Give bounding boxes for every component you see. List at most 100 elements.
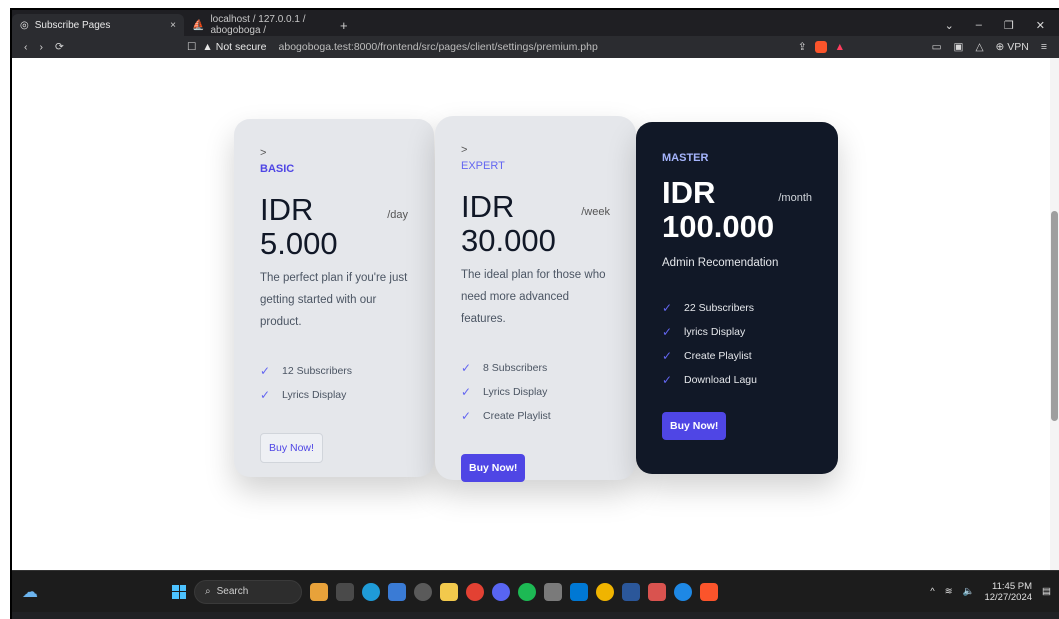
price-amount: 30.000	[461, 223, 556, 258]
browser-toolbar: ‹ › ⟳ ☐ ▲ Not secure abogoboga.test:8000…	[12, 36, 1059, 58]
check-icon: ✓	[461, 385, 472, 399]
bookmark-icon[interactable]: ☐	[187, 41, 196, 53]
url-text[interactable]: abogoboga.test:8000/frontend/src/pages/c…	[279, 41, 598, 53]
search-icon: ⌕	[205, 586, 211, 597]
brave-icon[interactable]	[700, 582, 718, 601]
system-tray: ^ ≋ 🔈 11:45 PM 12/27/2024 ▤	[930, 581, 1059, 603]
price-period: /week	[581, 206, 610, 218]
widgets-icon[interactable]	[310, 582, 328, 601]
menu-icon[interactable]: ≡	[1041, 41, 1047, 53]
feature-item: ✓ 22 Subscribers	[662, 296, 812, 320]
phpmyadmin-icon: ⛵	[192, 19, 205, 31]
feature-item: ✓ Create Playlist	[662, 344, 812, 368]
check-icon: ✓	[461, 361, 472, 375]
volume-icon[interactable]: 🔈	[963, 586, 975, 597]
globe-icon: ◎	[20, 19, 29, 31]
tab-search-icon[interactable]: ⌄	[945, 19, 954, 32]
price-amount: 5.000	[260, 226, 338, 261]
tab-strip: ◎ Subscribe Pages × ⛵ localhost / 127.0.…	[12, 10, 1059, 36]
brave-rewards-icon[interactable]: ▲	[835, 41, 845, 53]
feature-list: ✓ 22 Subscribers ✓ lyrics Display ✓ Create …	[662, 296, 812, 392]
page-viewport: > BASIC IDR 5.000 /day The perfect plan …	[12, 58, 1059, 570]
plan-description: The ideal plan for those who need more a…	[461, 269, 606, 325]
address-bar[interactable]: ☐ ▲ Not secure abogoboga.test:8000/front…	[187, 41, 598, 53]
check-icon: ✓	[260, 388, 271, 402]
price-block: IDR 100.000 /month	[662, 176, 812, 244]
wifi-icon[interactable]: ≋	[945, 586, 953, 597]
browser-window: ◎ Subscribe Pages × ⛵ localhost / 127.0.…	[10, 8, 1059, 619]
word-icon[interactable]	[622, 582, 640, 601]
feature-item: ✓ Lyrics Display	[461, 380, 610, 404]
address-actions: ⇪ ▲	[798, 41, 845, 53]
chrome-icon[interactable]	[466, 582, 484, 601]
share-icon[interactable]: ⇪	[798, 41, 807, 53]
leo-icon[interactable]: △	[975, 41, 983, 53]
search-label: Search	[216, 586, 249, 597]
price-currency: IDR	[260, 192, 314, 227]
chrome-dev-icon[interactable]	[596, 582, 614, 601]
toolbar-right: ▭ ▣ △ ⊕ VPN ≡	[932, 41, 1059, 53]
restore-button[interactable]: ❐	[1004, 19, 1014, 32]
vscode-icon[interactable]	[570, 582, 588, 601]
settings-icon[interactable]	[414, 582, 432, 601]
windows-start-icon[interactable]	[172, 584, 186, 599]
file-explorer-icon[interactable]	[440, 582, 458, 601]
taskbar-apps: ⌕ Search	[172, 579, 718, 604]
new-tab-button[interactable]: +	[334, 14, 354, 36]
clock[interactable]: 11:45 PM 12/27/2024	[984, 581, 1032, 603]
buy-now-button-master[interactable]: Buy Now!	[662, 412, 727, 440]
feature-item: ✓ Lyrics Display	[260, 383, 408, 407]
app-icon[interactable]	[648, 582, 666, 601]
feature-item: ✓ lyrics Display	[662, 320, 812, 344]
check-icon: ✓	[461, 409, 472, 423]
close-window-button[interactable]: ✕	[1036, 19, 1045, 32]
discord-icon[interactable]	[492, 582, 510, 601]
edge-icon[interactable]	[362, 582, 380, 601]
tab-close-icon[interactable]: ×	[170, 20, 176, 31]
tab-phpmyadmin[interactable]: ⛵ localhost / 127.0.0.1 / abogoboga /	[184, 14, 334, 36]
taskbar: ☁ ⌕ Search ^ ≋ 🔈 11:45 PM 12/27/2024 ▤	[12, 570, 1059, 612]
plan-description: Admin Recomendation	[662, 257, 779, 269]
tab-title: Subscribe Pages	[34, 19, 111, 31]
plan-arrow: >	[461, 144, 468, 156]
feature-item: ✓ 8 Subscribers	[461, 356, 610, 380]
minimize-button[interactable]: –	[976, 19, 982, 31]
nav-buttons: ‹ › ⟳	[12, 41, 187, 53]
security-indicator[interactable]: ▲ Not secure	[202, 41, 266, 53]
clock-time: 11:45 PM	[992, 580, 1033, 592]
window-controls: ⌄ – ❐ ✕	[945, 14, 1059, 36]
plan-arrow: >	[260, 147, 267, 159]
tray-expand-icon[interactable]: ^	[930, 586, 934, 597]
check-icon: ✓	[260, 364, 271, 378]
vpn-button[interactable]: ⊕ VPN	[996, 41, 1029, 53]
check-icon: ✓	[662, 349, 673, 363]
forward-button[interactable]: ›	[40, 41, 44, 53]
price-amount: 100.000	[662, 209, 775, 244]
feature-item: ✓ Download Lagu	[662, 368, 812, 392]
spotify-icon[interactable]	[518, 582, 536, 601]
feature-list: ✓ 12 Subscribers ✓ Lyrics Display	[260, 359, 408, 407]
store-icon[interactable]	[388, 582, 406, 601]
check-icon: ✓	[662, 373, 673, 387]
feature-list: ✓ 8 Subscribers ✓ Lyrics Display ✓ Create P…	[461, 356, 610, 428]
sidebar-icon[interactable]: ▭	[932, 41, 942, 53]
price-block: IDR 5.000 /day	[260, 192, 408, 261]
reload-button[interactable]: ⟳	[55, 41, 64, 53]
buy-now-button-basic[interactable]: Buy Now!	[260, 433, 323, 463]
taskbar-search[interactable]: ⌕ Search	[194, 579, 302, 604]
app-icon[interactable]	[544, 582, 562, 601]
tab-subscribe-pages[interactable]: ◎ Subscribe Pages ×	[12, 14, 184, 36]
app-icon[interactable]	[674, 582, 692, 601]
tab-title: localhost / 127.0.0.1 / abogoboga /	[210, 14, 306, 36]
back-button[interactable]: ‹	[24, 41, 28, 53]
notification-icon[interactable]: ▤	[1042, 586, 1051, 597]
feature-item: ✓ 12 Subscribers	[260, 359, 408, 383]
wallet-icon[interactable]: ▣	[954, 41, 964, 53]
brave-shields-icon[interactable]	[814, 41, 827, 53]
weather-widget-icon[interactable]: ☁	[12, 582, 52, 602]
plan-description: The perfect plan if you're just getting …	[260, 272, 408, 328]
plan-tier: BASIC	[260, 163, 295, 175]
buy-now-button-expert[interactable]: Buy Now!	[461, 454, 526, 482]
task-view-icon[interactable]	[336, 582, 354, 601]
scrollbar-thumb[interactable]	[1051, 211, 1058, 421]
